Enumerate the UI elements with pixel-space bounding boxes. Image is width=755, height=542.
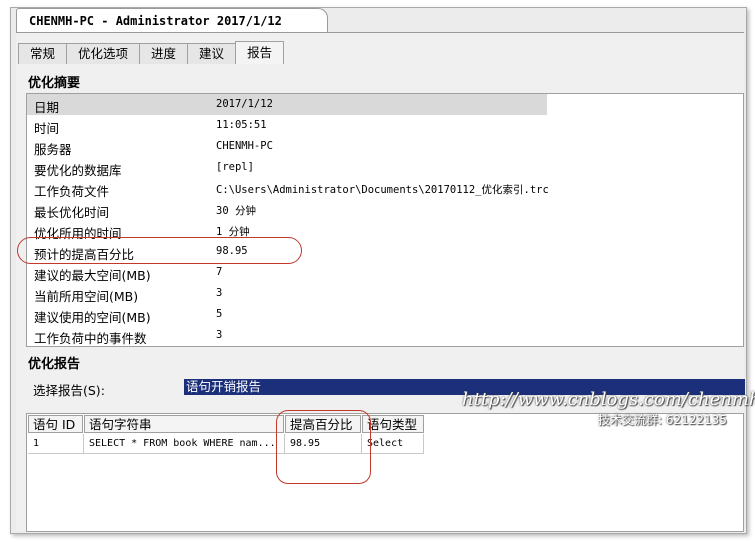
summary-value: 30 分钟 (216, 205, 256, 217)
column-header[interactable]: 语句 ID (28, 415, 83, 433)
summary-title: 优化摘要 (28, 76, 81, 91)
report-title: 优化报告 (28, 357, 81, 372)
tab-recommendations[interactable]: 建议 (187, 43, 237, 64)
tab-tuning-options[interactable]: 优化选项 (66, 43, 141, 64)
tuning-summary-panel: 日期 2017/1/12 时间 11:05:51 服务器 CHENMH-PC 要… (26, 93, 744, 347)
summary-value: 3 (216, 287, 223, 299)
summary-value: 7 (216, 266, 223, 278)
summary-value: 11:05:51 (216, 119, 267, 131)
watermark-url: http://www.cnblogs.com/chenmh/ (462, 389, 755, 410)
summary-key: 日期 (34, 100, 60, 115)
summary-key: 当前所用空间(MB) (34, 289, 139, 304)
summary-row[interactable]: 时间 11:05:51 (27, 115, 743, 136)
summary-key: 时间 (34, 121, 60, 136)
summary-row[interactable]: 建议的最大空间(MB) 7 (27, 262, 743, 283)
tab-reports[interactable]: 报告 (235, 41, 285, 64)
highlight-annotation (17, 237, 302, 264)
summary-key: 建议使用的空间(MB) (34, 310, 151, 325)
summary-value: 2017/1/12 (216, 98, 273, 110)
summary-row[interactable]: 当前所用空间(MB) 3 (27, 283, 743, 304)
summary-value: C:\Users\Administrator\Documents\2017011… (216, 184, 549, 196)
tab-progress[interactable]: 进度 (139, 43, 189, 64)
highlight-annotation (276, 410, 371, 484)
summary-row[interactable]: 建议使用的空间(MB) 5 (27, 304, 743, 325)
summary-key: 服务器 (34, 142, 72, 157)
summary-value: 5 (216, 308, 223, 320)
summary-value: CHENMH-PC (216, 140, 273, 152)
summary-row[interactable]: 要优化的数据库 [repl] (27, 157, 743, 178)
summary-key: 最长优化时间 (34, 205, 110, 220)
tab-general[interactable]: 常规 (18, 43, 68, 64)
summary-key: 工作负荷文件 (34, 184, 110, 199)
summary-row[interactable]: 服务器 CHENMH-PC (27, 136, 743, 157)
summary-key: 要优化的数据库 (34, 163, 122, 178)
column-header[interactable]: 语句类型 (362, 415, 424, 433)
document-tab[interactable]: CHENMH-PC - Administrator 2017/1/12 10:3… (16, 8, 328, 52)
summary-value: 3 (216, 329, 223, 341)
table-cell[interactable]: Select (362, 434, 424, 454)
summary-row[interactable]: 工作负荷中的事件数 3 (27, 325, 743, 346)
report-grid: 语句 ID 语句字符串 提高百分比 语句类型 1 SELECT * FROM b… (26, 413, 744, 532)
summary-key: 建议的最大空间(MB) (34, 268, 151, 283)
column-header[interactable]: 语句字符串 (84, 415, 284, 433)
summary-row[interactable]: 日期 2017/1/12 (27, 94, 743, 115)
summary-row[interactable]: 工作负荷文件 C:\Users\Administrator\Documents\… (27, 178, 743, 199)
watermark-contact: 技术交流群: 62122135 (598, 413, 727, 427)
summary-row[interactable]: 最长优化时间 30 分钟 (27, 199, 743, 220)
table-cell[interactable]: SELECT * FROM book WHERE nam... (84, 434, 285, 454)
summary-key: 工作负荷中的事件数 (34, 331, 147, 346)
summary-value: [repl] (216, 161, 254, 173)
table-cell[interactable]: 1 (28, 434, 84, 454)
tab-strip: 常规 优化选项 进度 建议 报告 (18, 41, 285, 65)
report-select-label: 选择报告(S): (33, 383, 105, 398)
